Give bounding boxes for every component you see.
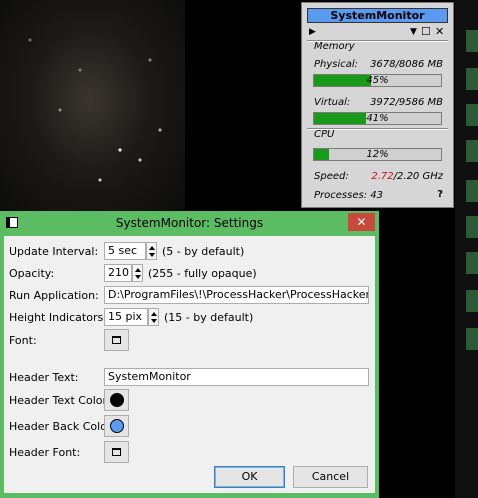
- header-font-button[interactable]: [104, 441, 129, 463]
- desktop-tile[interactable]: [466, 68, 478, 90]
- dialog-body: Update Interval: 5 sec (5 - by default) …: [4, 236, 375, 493]
- desktop-tile[interactable]: [466, 252, 478, 274]
- close-button[interactable]: ✕: [348, 213, 375, 231]
- physical-label: Physical:: [314, 59, 359, 70]
- cancel-button[interactable]: Cancel: [293, 466, 368, 488]
- ok-button[interactable]: OK: [214, 466, 285, 488]
- desktop-tile[interactable]: [466, 30, 478, 52]
- desktop-tile[interactable]: [466, 290, 478, 312]
- height-indicators-label: Height Indicators:: [9, 311, 107, 324]
- header-text-color-swatch: [110, 393, 124, 407]
- update-interval-label: Update Interval:: [9, 245, 99, 258]
- header-text-label: Header Text:: [9, 371, 79, 384]
- font-label: Font:: [9, 334, 37, 347]
- header-back-color-swatch: [110, 419, 124, 433]
- virtual-label: Virtual:: [314, 97, 351, 108]
- height-indicators-input[interactable]: 15 pix: [104, 308, 148, 326]
- header-text-color-button[interactable]: [104, 389, 129, 411]
- close-icon[interactable]: ✕: [435, 25, 444, 39]
- opacity-input[interactable]: 210: [104, 264, 132, 282]
- physical-value: 3678/8086 MB: [370, 59, 443, 70]
- virtual-percent: 41%: [366, 113, 389, 124]
- font-window-icon: [112, 336, 121, 344]
- opacity-label: Opacity:: [9, 267, 55, 280]
- memory-section-label: Memory: [314, 41, 355, 52]
- desktop-tile[interactable]: [466, 140, 478, 162]
- speed-current: 2.72: [371, 171, 394, 182]
- run-application-input[interactable]: D:\ProgramFiles\!\ProcessHacker\ProcessH…: [104, 286, 369, 304]
- dropdown-icon[interactable]: ▼: [410, 25, 417, 39]
- height-indicators-hint: (15 - by default): [164, 311, 254, 324]
- opacity-spinner[interactable]: [132, 264, 143, 282]
- cpu-section-label: CPU: [314, 129, 335, 140]
- opacity-hint: (255 - fully opaque): [148, 267, 257, 280]
- speed-value: 2.72/2.20 GHz: [371, 171, 443, 182]
- desktop-tile[interactable]: [466, 216, 478, 238]
- processes-count: Processes: 43: [314, 190, 383, 201]
- dialog-title: SystemMonitor: Settings: [115, 216, 264, 230]
- virtual-value: 3972/9586 MB: [370, 97, 443, 108]
- speed-label: Speed:: [314, 171, 349, 182]
- run-application-label: Run Application:: [9, 289, 99, 302]
- dialog-title-bar[interactable]: SystemMonitor: Settings ✕: [0, 211, 379, 236]
- header-text-input[interactable]: SystemMonitor: [104, 368, 369, 386]
- desktop-tile[interactable]: [466, 328, 478, 350]
- cpu-bar: 12%: [313, 148, 442, 161]
- speed-max: /2.20 GHz: [393, 171, 443, 182]
- restore-icon[interactable]: ☐: [421, 25, 431, 39]
- height-indicators-spinner[interactable]: [148, 308, 159, 326]
- physical-memory-bar: 45%: [313, 74, 442, 87]
- update-interval-input[interactable]: 5 sec: [104, 242, 146, 260]
- update-interval-hint: (5 - by default): [162, 245, 245, 258]
- header-text-color-label: Header Text Color:: [9, 394, 111, 407]
- header-back-color-label: Header Back Color:: [9, 420, 115, 433]
- help-icon[interactable]: ?: [437, 189, 443, 200]
- settings-dialog: SystemMonitor: Settings ✕ Update Interva…: [0, 211, 379, 498]
- monitor-toolbar: ▶ ▼ ☐ ✕: [307, 25, 448, 39]
- cpu-percent: 12%: [366, 149, 389, 160]
- update-interval-spinner[interactable]: [146, 242, 157, 260]
- font-button[interactable]: [104, 329, 129, 351]
- header-font-window-icon: [112, 448, 121, 456]
- virtual-memory-bar: 41%: [313, 112, 442, 125]
- desktop-wallpaper: [0, 0, 185, 215]
- system-monitor-widget[interactable]: SystemMonitor ▶ ▼ ☐ ✕ Memory Physical: 3…: [301, 2, 454, 208]
- physical-percent: 45%: [366, 75, 389, 86]
- desktop-tile[interactable]: [466, 104, 478, 126]
- monitor-header[interactable]: SystemMonitor: [307, 8, 448, 23]
- header-back-color-button[interactable]: [104, 415, 129, 437]
- desktop-tile[interactable]: [466, 180, 478, 202]
- header-font-label: Header Font:: [9, 446, 81, 459]
- play-icon[interactable]: ▶: [309, 25, 316, 39]
